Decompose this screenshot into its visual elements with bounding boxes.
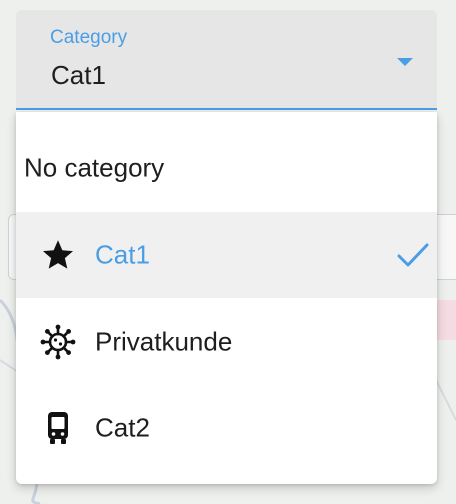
dropdown-arrow-icon[interactable] (397, 58, 413, 66)
menu-item-label: Cat1 (95, 239, 150, 270)
menu-item-label: Privatkunde (95, 326, 233, 357)
virus-icon (40, 324, 76, 360)
category-select[interactable]: Category Cat1 (16, 10, 437, 110)
category-select-value: Cat1 (51, 60, 106, 90)
check-icon (396, 239, 430, 271)
menu-item-no-category[interactable]: No category (16, 125, 437, 211)
category-select-label: Category (50, 27, 128, 48)
menu-item-cat2[interactable]: Cat2 (16, 385, 437, 471)
category-dropdown-menu: No category Cat1 Privatkunde Cat2 (16, 112, 437, 484)
menu-item-label: Cat2 (95, 412, 150, 443)
menu-item-label: No category (24, 152, 165, 183)
menu-item-privatkunde[interactable]: Privatkunde (16, 299, 437, 385)
menu-item-cat1[interactable]: Cat1 (16, 212, 437, 298)
bus-icon (40, 410, 76, 446)
star-icon (40, 237, 76, 273)
